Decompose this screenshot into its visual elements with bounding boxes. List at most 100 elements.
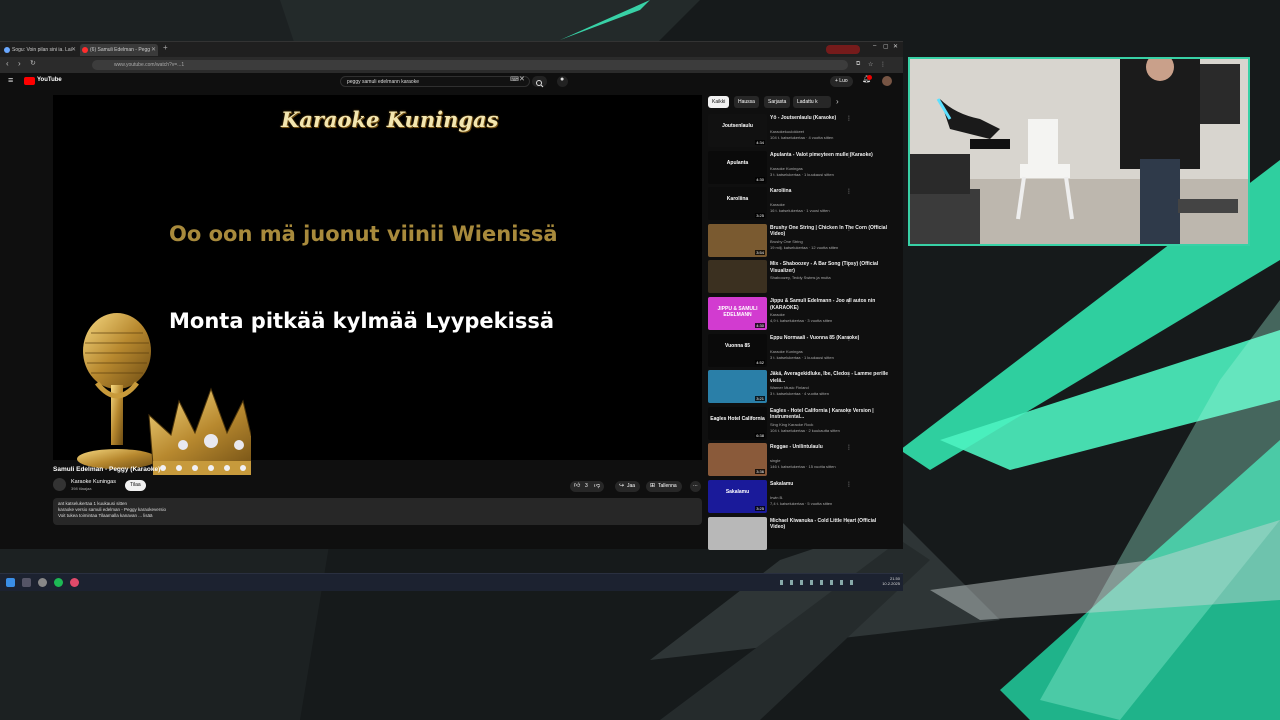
maximize-icon[interactable]: ▢ — [883, 43, 889, 50]
voice-search-button[interactable]: ● — [557, 76, 568, 87]
task-view-icon[interactable] — [22, 578, 31, 587]
recommendation-item[interactable]: Vuonna 85 4:52 Eppu Normaali - Vuonna 85 (… — [708, 333, 903, 368]
browser-tab-1[interactable]: Sogu: Voin pilan sini ia. Lai ✕ — [2, 44, 78, 56]
create-button[interactable]: + Luo — [830, 76, 853, 87]
chip-series[interactable]: Sarjasta — [764, 96, 791, 108]
video-thumbnail[interactable]: Sakalamu 3:25 — [708, 480, 767, 513]
recommendation-channel[interactable]: Shaboozey, Teddy Swims ja muita — [770, 275, 890, 280]
video-thumbnail[interactable]: 3:36 — [708, 443, 767, 477]
url-field[interactable]: www.youtube.com/watch?v=...1 — [92, 60, 848, 70]
close-tab-icon[interactable]: ✕ — [71, 44, 76, 56]
recommendation-item[interactable]: Eagles Hotel California 6:38 Eagles - Hote… — [708, 406, 903, 441]
recommendation-title[interactable]: Jippu & Samuli Edelmann - Joo all autos … — [770, 298, 890, 311]
recommendation-item[interactable]: Apulanta 4:30 Apulanta - Valot pimeyteen m… — [708, 150, 903, 185]
clear-search-icon[interactable]: ✕ — [519, 75, 525, 83]
recommendation-item[interactable]: 3:54 Brushy One String | Chicken In The C… — [708, 223, 903, 258]
more-options-icon[interactable]: ⋮ — [846, 335, 852, 342]
video-thumbnail[interactable]: Vuonna 85 4:52 — [708, 333, 767, 367]
share-button[interactable]: ↪ Jaa — [615, 481, 641, 492]
video-thumbnail[interactable]: Karoliina 3:25 — [708, 187, 767, 221]
recommendation-title[interactable]: Brushy One String | Chicken In The Corn … — [770, 225, 890, 238]
like-button[interactable]: 👍︎ 3 👎︎ — [570, 481, 604, 492]
more-options-icon[interactable]: ⋮ — [846, 225, 852, 232]
description-box[interactable]: ant katselukertaa 1 kuukausi sitten kara… — [53, 498, 702, 525]
recommendation-title[interactable]: Apulanta - Valot pimeyteen mulle (Karaok… — [770, 152, 890, 159]
recommendation-channel[interactable]: Karaokekuulokkeet — [770, 129, 890, 134]
recommendation-channel[interactable]: Karaoke — [770, 202, 890, 207]
recommendation-title[interactable]: Karoliina — [770, 188, 890, 195]
more-options-icon[interactable]: ⋮ — [846, 444, 852, 451]
recommendation-item[interactable]: 3:21 Jäkä, Averagekidluke, Ibe, Cledos - … — [708, 370, 903, 404]
taskbar-clock[interactable]: 21.50 10.2.2025 — [872, 576, 900, 586]
recommendation-channel[interactable]: Sing King Karaoke Rock — [770, 422, 890, 427]
chip-uploaded[interactable]: Ladattu k — [793, 96, 831, 108]
recommendation-title[interactable]: Michael Kiwanuka - Cold Little Heart (Of… — [770, 518, 890, 531]
channel-name[interactable]: Karaoke Kuningas — [71, 479, 116, 485]
video-thumbnail[interactable] — [708, 260, 767, 294]
more-options-icon[interactable]: ⋮ — [846, 518, 852, 525]
system-tray-icons[interactable] — [780, 580, 860, 585]
recommendation-item[interactable]: Joutsenlaulu 4:34 Yö - Joutsenlaulu (Karao… — [708, 114, 903, 148]
chip-search[interactable]: Haussa — [734, 96, 759, 108]
extensions-icon[interactable]: ⧉ — [856, 61, 860, 68]
more-options-icon[interactable]: ⋮ — [846, 152, 852, 159]
video-thumbnail[interactable]: Apulanta 4:30 — [708, 150, 767, 184]
more-options-icon[interactable]: ⋮ — [846, 298, 852, 305]
chrome-app-icon[interactable] — [38, 578, 47, 587]
recommendation-channel[interactable]: single — [770, 458, 890, 463]
recommendation-channel[interactable]: Karaoke Kuningas — [770, 349, 890, 354]
recommendation-title[interactable]: Eagles - Hotel California | Karaoke Vers… — [770, 408, 890, 421]
reload-icon[interactable]: ↻ — [30, 59, 36, 67]
save-button[interactable]: ⊞ Tallenna — [646, 481, 682, 492]
chip-all[interactable]: Kaikki — [708, 96, 730, 108]
recommendation-channel[interactable]: Warner Music Finland — [770, 385, 890, 390]
more-options-icon[interactable]: ⋮ — [846, 261, 852, 268]
channel-avatar[interactable] — [53, 478, 66, 491]
close-tab-icon[interactable]: ✕ — [151, 44, 156, 56]
recommendation-channel[interactable]: Karaoke Kuningas — [770, 166, 890, 171]
recommendation-item[interactable]: JIPPU & SAMULI EDELMANN 4:30 Jippu & Samul… — [708, 297, 903, 331]
more-options-icon[interactable]: ⋮ — [846, 188, 852, 195]
bookmark-star-icon[interactable]: ☆ — [868, 61, 873, 68]
more-options-icon[interactable]: ⋮ — [846, 408, 852, 415]
more-options-icon[interactable]: ⋮ — [846, 115, 852, 122]
close-window-icon[interactable]: ✕ — [893, 43, 898, 50]
menu-icon[interactable]: ⋮ — [880, 61, 886, 68]
recommendation-channel[interactable]: Irwin B. — [770, 495, 890, 500]
keyboard-icon[interactable]: ⌨ — [510, 76, 519, 83]
recommendation-title[interactable]: Mix - Shaboozey - A Bar Song (Tipsy) (Of… — [770, 261, 890, 274]
video-thumbnail[interactable]: Joutsenlaulu 4:34 — [708, 114, 767, 147]
recommendation-item[interactable]: Mix - Shaboozey - A Bar Song (Tipsy) (Of… — [708, 260, 903, 294]
recommendation-title[interactable]: Sakalamu — [770, 481, 890, 488]
recommendation-title[interactable]: Eppu Normaali - Vuonna 85 (Karaoke) — [770, 335, 890, 342]
thumbs-down-icon[interactable]: 👎︎ — [594, 481, 600, 492]
recommendation-item[interactable]: Karoliina 3:25 Karoliina Karaoke 16 t. katse… — [708, 187, 903, 221]
new-tab-icon[interactable]: + — [163, 43, 168, 52]
more-actions-button[interactable]: ⋯ — [690, 481, 701, 492]
recommendation-channel[interactable]: Karaoke — [770, 312, 890, 317]
recommendation-item[interactable]: Michael Kiwanuka - Cold Little Heart (Of… — [708, 516, 903, 551]
recommendation-title[interactable]: Yö - Joutsenlaulu (Karaoke) — [770, 115, 890, 122]
video-thumbnail[interactable] — [708, 516, 767, 550]
video-thumbnail[interactable]: JIPPU & SAMULI EDELMANN 4:30 — [708, 297, 767, 330]
recommendation-title[interactable]: Reggae - Unilintulaulu — [770, 444, 890, 451]
video-thumbnail[interactable]: 3:54 — [708, 223, 767, 257]
recommendation-item[interactable]: Sakalamu 3:25 Sakalamu Irwin B. 7,4 t. katse… — [708, 480, 903, 514]
spotify-app-icon[interactable] — [54, 578, 63, 587]
search-button[interactable] — [532, 76, 547, 88]
minimize-icon[interactable]: – — [873, 43, 876, 49]
video-thumbnail[interactable]: 3:21 — [708, 370, 767, 404]
forward-arrow-icon[interactable]: › — [18, 59, 21, 68]
more-options-icon[interactable]: ⋮ — [846, 371, 852, 378]
hamburger-menu-icon[interactable]: ≡ — [8, 75, 13, 85]
search-input[interactable]: peggy samuli edelmann karaoke — [340, 76, 530, 87]
more-options-icon[interactable]: ⋮ — [846, 481, 852, 488]
recommendation-title[interactable]: Jäkä, Averagekidluke, Ibe, Cledos - Lamm… — [770, 371, 890, 384]
youtube-logo-icon[interactable] — [24, 77, 35, 85]
video-player[interactable]: Karaoke Kuningas Oo oon mä juonut viinii… — [53, 95, 702, 475]
obs-app-icon[interactable] — [70, 578, 79, 587]
subscribe-button[interactable]: Tilaa — [125, 480, 146, 491]
recommendation-item[interactable]: 3:36 Reggae - Unilintulaulu single 146 t. k… — [708, 443, 903, 477]
video-thumbnail[interactable]: Eagles Hotel California 6:38 — [708, 406, 767, 440]
browser-tab-2-active[interactable]: (6) Samuli Edelman - Pegg ✕ — [80, 44, 158, 56]
